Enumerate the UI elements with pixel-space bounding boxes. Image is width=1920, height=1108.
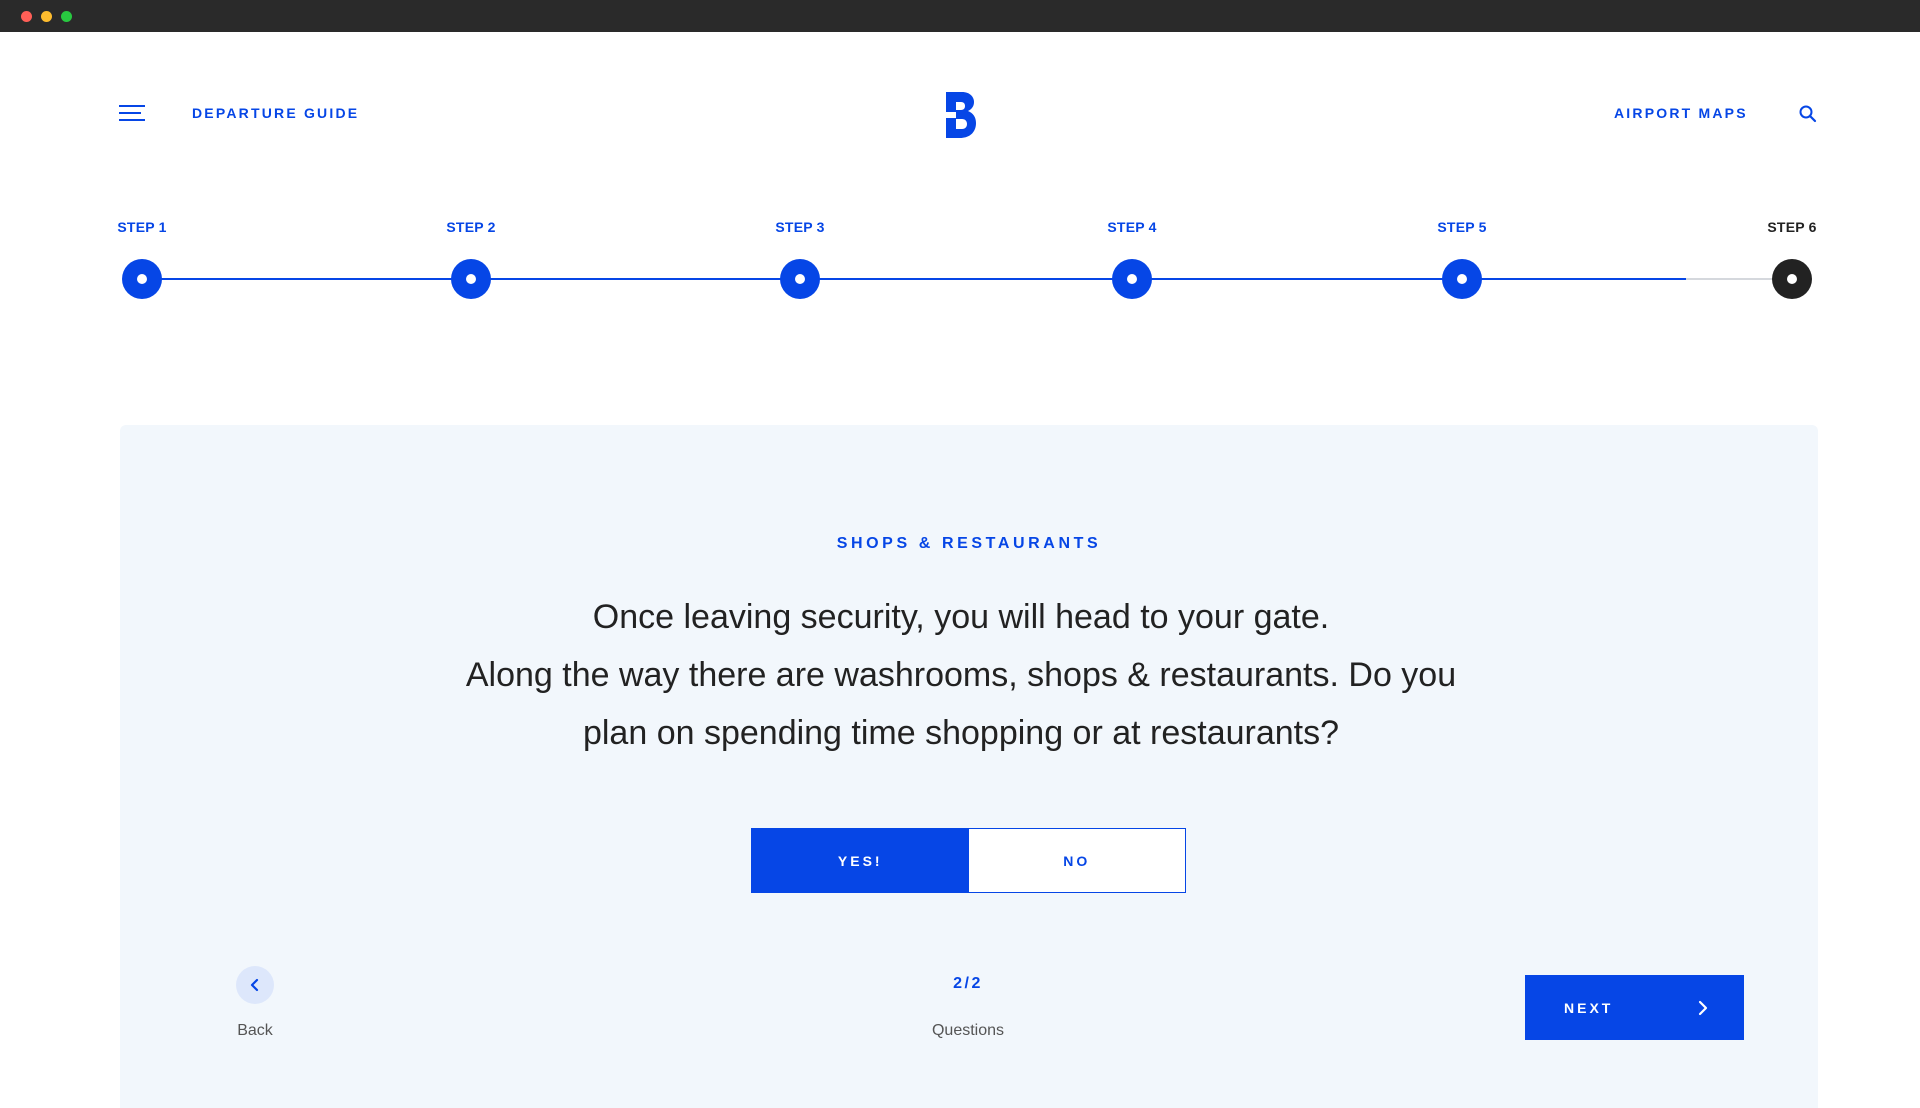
step-label-2: STEP 2 <box>446 219 496 235</box>
search-icon[interactable] <box>1798 104 1818 124</box>
step-marker-3[interactable] <box>780 259 820 299</box>
question-line: Along the way there are washrooms, shops… <box>465 656 1457 694</box>
step-label-5: STEP 5 <box>1437 219 1487 235</box>
hamburger-menu-icon[interactable] <box>119 104 145 122</box>
departure-guide-link[interactable]: DEPARTURE GUIDE <box>192 105 359 121</box>
chevron-left-icon <box>250 978 259 992</box>
back-label: Back <box>237 1022 273 1039</box>
brand-b-logo[interactable] <box>940 90 978 140</box>
question-counter-label: Questions <box>931 1022 1005 1039</box>
step-marker-2[interactable] <box>451 259 491 299</box>
minimize-window-button[interactable] <box>41 11 52 22</box>
question-counter: 2/2 <box>953 975 983 992</box>
step-marker-1[interactable] <box>122 259 162 299</box>
step-label-6: STEP 6 <box>1767 219 1817 235</box>
window-titlebar <box>0 0 1920 32</box>
question-text: Once leaving security, you will head to … <box>360 588 1562 762</box>
step-marker-5[interactable] <box>1442 259 1482 299</box>
next-button-label: NEXT <box>1564 999 1614 1016</box>
step-label-3: STEP 3 <box>775 219 825 235</box>
yes-option-button[interactable]: YES! <box>752 829 969 892</box>
airport-maps-link[interactable]: AIRPORT MAPS <box>1614 105 1748 121</box>
section-title: SHOPS & RESTAURANTS <box>836 535 1102 552</box>
question-line: Once leaving security, you will head to … <box>592 598 1330 636</box>
question-card: SHOPS & RESTAURANTS Once leaving securit… <box>120 425 1818 1108</box>
question-line: plan on spending time shopping or at res… <box>582 714 1340 752</box>
answer-toggle: YES! NO <box>751 828 1186 893</box>
site-header: DEPARTURE GUIDE AIRPORT MAPS <box>0 32 1920 162</box>
step-marker-6[interactable] <box>1772 259 1812 299</box>
back-button[interactable] <box>236 966 274 1004</box>
next-button[interactable]: NEXT <box>1525 975 1744 1040</box>
step-label-1: STEP 1 <box>117 219 167 235</box>
no-option-button[interactable]: NO <box>969 829 1186 892</box>
maximize-window-button[interactable] <box>61 11 72 22</box>
step-marker-4[interactable] <box>1112 259 1152 299</box>
chevron-right-icon <box>1698 1000 1708 1015</box>
step-label-4: STEP 4 <box>1107 219 1157 235</box>
close-window-button[interactable] <box>21 11 32 22</box>
